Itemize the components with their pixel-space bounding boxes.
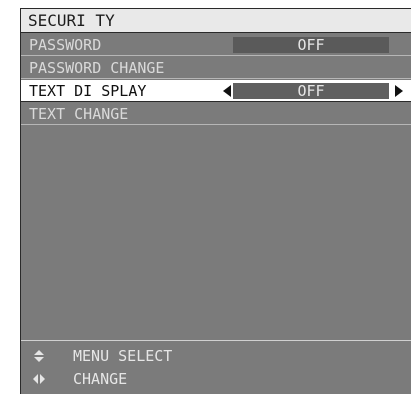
menu-title: SECURI TY [21, 9, 411, 33]
arrow-left-icon[interactable] [223, 85, 231, 97]
help-change: CHANGE [21, 368, 411, 390]
help-divider [21, 340, 411, 341]
text-display-value: OFF [233, 83, 389, 99]
up-down-arrows-icon [34, 350, 44, 362]
help-label: MENU SELECT [73, 347, 173, 365]
left-right-arrows-icon [33, 374, 45, 384]
password-value: OFF [233, 37, 389, 53]
help-label: CHANGE [73, 370, 128, 388]
menu-item-label: PASSWORD [29, 36, 102, 54]
menu-item-label: PASSWORD CHANGE [29, 59, 165, 77]
menu-item-label: TEXT CHANGE [29, 105, 129, 123]
menu-item-text-change[interactable]: TEXT CHANGE [21, 103, 411, 125]
arrow-right-icon[interactable] [395, 85, 403, 97]
menu-item-password[interactable]: PASSWORD OFF [21, 34, 411, 56]
menu-item-label: TEXT DI SPLAY [29, 82, 147, 100]
help-menu-select: MENU SELECT [21, 345, 411, 367]
menu-item-text-display[interactable]: TEXT DI SPLAY OFF [21, 80, 411, 102]
menu-item-password-change[interactable]: PASSWORD CHANGE [21, 57, 411, 79]
security-menu-panel: SECURI TY PASSWORD OFF PASSWORD CHANGE T… [20, 8, 411, 394]
